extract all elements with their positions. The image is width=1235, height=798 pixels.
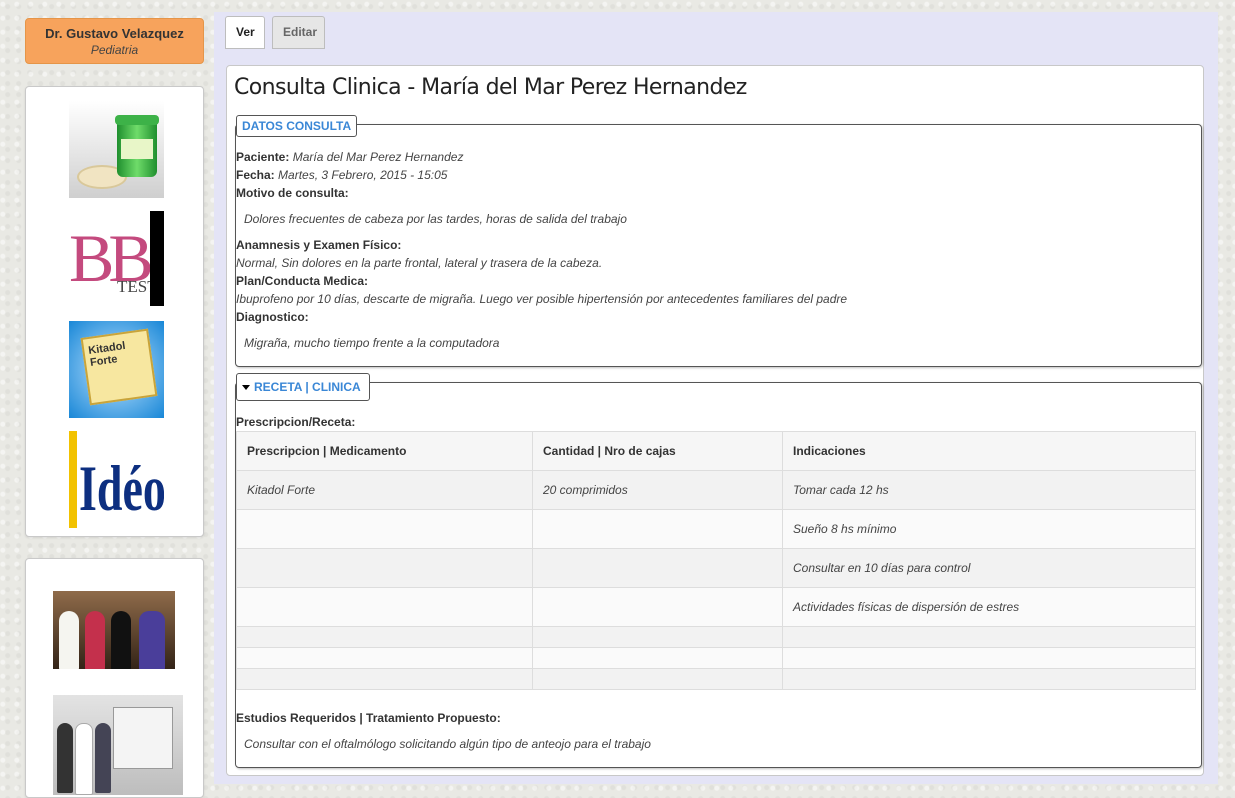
table-cell: Sueño 8 hs mínimo bbox=[782, 509, 1196, 549]
table-cell bbox=[782, 647, 1196, 669]
table-header-row: Prescripcion | Medicamento Cantidad | Nr… bbox=[236, 431, 1196, 471]
ad-kitadol[interactable]: Kitadol Forte bbox=[69, 321, 164, 418]
ad-ideos[interactable]: Idéos bbox=[69, 431, 164, 528]
photos-panel bbox=[25, 558, 204, 798]
table-cell bbox=[236, 509, 533, 549]
table-cell bbox=[236, 626, 533, 648]
paciente-value: María del Mar Perez Hernandez bbox=[292, 150, 464, 164]
ideos-bar bbox=[69, 431, 77, 528]
doctor-card: Dr. Gustavo Velazquez Pediatria bbox=[25, 18, 204, 64]
receta-clinica-legend: RECETA | CLINICA bbox=[254, 380, 361, 394]
table-cell bbox=[532, 509, 783, 549]
table-cell: Actividades físicas de dispersión de est… bbox=[782, 587, 1196, 627]
person-figure bbox=[85, 611, 105, 671]
fecha-label: Fecha: bbox=[236, 168, 275, 182]
person-figure bbox=[75, 723, 93, 795]
plan-label: Plan/Conducta Medica: bbox=[236, 274, 369, 288]
table-cell bbox=[532, 668, 783, 690]
table-row bbox=[236, 668, 1196, 690]
table-cell bbox=[532, 647, 783, 669]
table-row bbox=[236, 626, 1196, 648]
table-cell: 20 comprimidos bbox=[532, 470, 783, 510]
group-photo[interactable] bbox=[53, 591, 175, 677]
page-title: Consulta Clinica - María del Mar Perez H… bbox=[234, 75, 747, 100]
paciente-row: Paciente: María del Mar Perez Hernandez bbox=[236, 150, 463, 164]
xray-machine bbox=[113, 707, 173, 769]
tab-editar[interactable]: Editar bbox=[272, 16, 325, 49]
person-figure bbox=[57, 723, 73, 793]
bb-bar bbox=[150, 211, 164, 306]
column-header: Prescripcion | Medicamento bbox=[236, 431, 533, 471]
doctor-name: Dr. Gustavo Velazquez bbox=[45, 26, 184, 41]
diagnostico-label: Diagnostico: bbox=[236, 310, 309, 324]
ad-medicine-jar[interactable] bbox=[69, 101, 164, 198]
doctor-specialty: Pediatria bbox=[90, 43, 139, 57]
person-figure bbox=[139, 611, 165, 671]
receta-clinica-fieldset: RECETA | CLINICA Prescripcion/Receta: Pr… bbox=[235, 373, 1202, 768]
table-cell bbox=[236, 587, 533, 627]
table-row: Kitadol Forte 20 comprimidos Tomar cada … bbox=[236, 470, 1196, 510]
table-row: Actividades físicas de dispersión de est… bbox=[236, 587, 1196, 627]
fecha-row: Fecha: Martes, 3 Febrero, 2015 - 15:05 bbox=[236, 168, 447, 182]
caret-down-icon bbox=[242, 385, 250, 391]
prescripcion-label: Prescripcion/Receta: bbox=[236, 415, 356, 429]
table-cell bbox=[532, 548, 783, 588]
person-figure bbox=[111, 611, 131, 671]
table-cell bbox=[236, 548, 533, 588]
table-row: Sueño 8 hs mínimo bbox=[236, 509, 1196, 549]
table-row bbox=[236, 647, 1196, 669]
consultation-panel: Consulta Clinica - María del Mar Perez H… bbox=[226, 65, 1204, 776]
kitadol-box: Kitadol Forte bbox=[80, 328, 158, 406]
paciente-label: Paciente: bbox=[236, 150, 290, 164]
motivo-label: Motivo de consulta: bbox=[236, 186, 349, 200]
table-cell bbox=[782, 668, 1196, 690]
column-header: Cantidad | Nro de cajas bbox=[532, 431, 783, 471]
table-cell bbox=[782, 626, 1196, 648]
table-cell bbox=[236, 647, 533, 669]
plan-value: Ibuprofeno por 10 días, descarte de migr… bbox=[236, 292, 848, 306]
ideos-logo: Idéos bbox=[79, 452, 164, 524]
photo-caption-strip bbox=[53, 669, 175, 677]
table-cell bbox=[532, 626, 783, 648]
person-figure bbox=[59, 611, 79, 671]
fecha-value: Martes, 3 Febrero, 2015 - 15:05 bbox=[278, 168, 448, 182]
diagnostico-value: Migraña, mucho tiempo frente a la comput… bbox=[244, 336, 500, 350]
table-cell: Consultar en 10 días para control bbox=[782, 548, 1196, 588]
table-cell bbox=[236, 668, 533, 690]
datos-consulta-legend: DATOS CONSULTA bbox=[236, 115, 358, 137]
estudios-label: Estudios Requeridos | Tratamiento Propue… bbox=[236, 711, 501, 725]
anamnesis-value: Normal, Sin dolores en la parte frontal,… bbox=[236, 256, 603, 270]
column-header: Indicaciones bbox=[782, 431, 1196, 471]
person-figure bbox=[95, 723, 111, 793]
clinic-photo[interactable] bbox=[53, 695, 183, 795]
prescription-table: Prescripcion | Medicamento Cantidad | Nr… bbox=[236, 431, 1196, 690]
sponsor-ads-panel: BB TEST Kitadol Forte Idéos bbox=[25, 86, 204, 537]
kitadol-box-label: Kitadol Forte bbox=[87, 339, 127, 369]
jar-label-shape bbox=[121, 139, 153, 159]
ad-bb-test[interactable]: BB TEST bbox=[69, 211, 164, 308]
table-row: Consultar en 10 días para control bbox=[236, 548, 1196, 588]
jar-cap-shape bbox=[115, 115, 159, 125]
table-cell: Kitadol Forte bbox=[236, 470, 533, 510]
table-cell: Tomar cada 12 hs bbox=[782, 470, 1196, 510]
motivo-value: Dolores frecuentes de cabeza por las tar… bbox=[244, 212, 627, 226]
estudios-value: Consultar con el oftalmólogo solicitando… bbox=[244, 737, 651, 751]
table-cell bbox=[532, 587, 783, 627]
tab-ver[interactable]: Ver bbox=[225, 16, 265, 49]
datos-consulta-fieldset: DATOS CONSULTA Paciente: María del Mar P… bbox=[235, 115, 1202, 367]
anamnesis-label: Anamnesis y Examen Físico: bbox=[236, 238, 402, 252]
receta-clinica-toggle[interactable]: RECETA | CLINICA bbox=[236, 373, 370, 401]
